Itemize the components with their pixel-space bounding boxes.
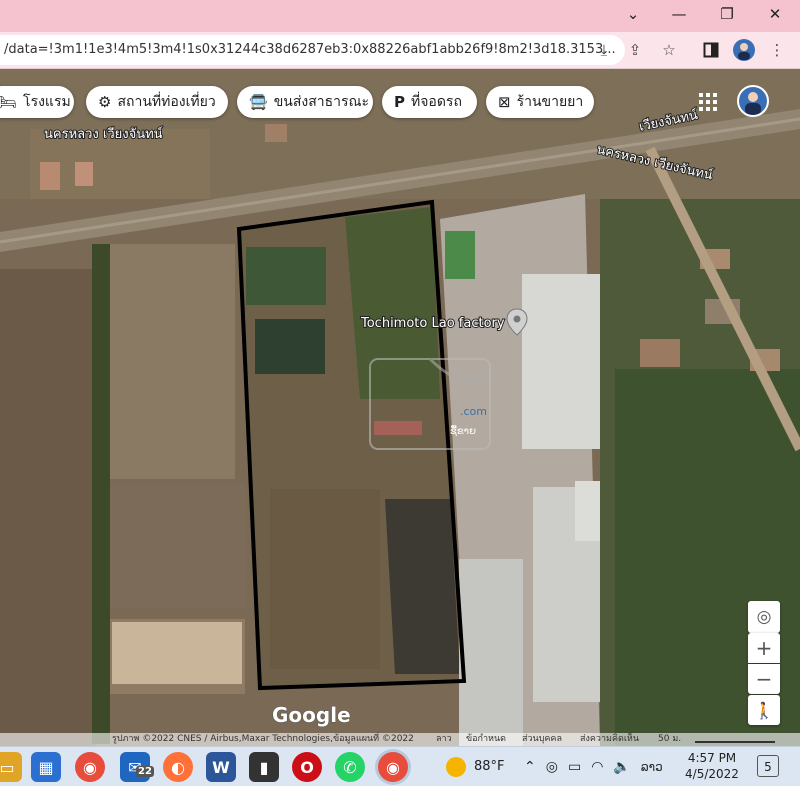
satellite-imagery[interactable]: .com ຊື້ຂາຍ นครหลวง เวียงจันทน์ เวียงจัน… bbox=[0, 69, 800, 746]
chip-attractions[interactable]: ⚙ สถานที่ท่องเที่ยว bbox=[86, 86, 228, 118]
file-explorer-icon[interactable]: ▭ bbox=[0, 752, 22, 782]
chip-transit[interactable]: 🚍 ขนส่งสาธารณะ bbox=[237, 86, 373, 118]
side-panel-icon[interactable] bbox=[697, 35, 725, 65]
chip-label: ขนส่งสาธารณะ bbox=[273, 94, 370, 110]
attraction-icon: ⚙ bbox=[98, 93, 112, 111]
google-logo: Google bbox=[272, 703, 351, 727]
profile-avatar[interactable] bbox=[730, 35, 758, 65]
chip-label: สถานที่ท่องเที่ยว bbox=[117, 94, 216, 110]
zoom-in-icon: + bbox=[755, 636, 773, 660]
whatsapp-icon[interactable]: ✆ bbox=[335, 752, 365, 782]
footer-link-terms[interactable]: ข้อกำหนด bbox=[466, 733, 506, 746]
mail-badge: 22 bbox=[136, 766, 154, 777]
city-label-left: นครหลวง เวียงจันทน์ bbox=[44, 126, 163, 142]
chip-label: ร้านขายยา bbox=[516, 94, 584, 110]
browser-toolbar: /data=!3m1!1e3!4m5!3m4!1s0x31244c38d6287… bbox=[0, 32, 800, 69]
firefox-icon[interactable]: ◐ bbox=[163, 752, 193, 782]
side-panel-glyph bbox=[703, 42, 719, 58]
clock[interactable]: 4:57 PM 4/5/2022 bbox=[682, 750, 742, 782]
chevron-up-icon[interactable]: ⌃ bbox=[524, 759, 536, 775]
map-scale-bar bbox=[695, 741, 775, 743]
chip-pharmacy[interactable]: ⊠ ร้านขายยา bbox=[486, 86, 594, 118]
star-icon[interactable]: ☆ bbox=[655, 35, 683, 65]
language-indicator[interactable]: ລາວ bbox=[641, 760, 663, 774]
map-scale-label: 50 ม. bbox=[658, 734, 682, 744]
google-apps-icon[interactable] bbox=[696, 90, 720, 114]
clock-time: 4:57 PM bbox=[687, 751, 737, 765]
weather-temp: 88°F bbox=[474, 759, 505, 774]
share-icon[interactable]: ⇪ bbox=[621, 35, 649, 65]
weather-widget[interactable]: 88°F bbox=[446, 747, 505, 786]
menu-icon[interactable]: ⋮ bbox=[763, 35, 791, 65]
address-bar[interactable]: /data=!3m1!1e3!4m5!3m4!1s0x31244c38d6287… bbox=[0, 35, 625, 65]
pegman-icon: 🚶 bbox=[754, 700, 774, 720]
account-avatar[interactable] bbox=[737, 85, 769, 117]
opera-icon[interactable]: O bbox=[292, 752, 322, 782]
tray-icons[interactable]: ⌃ ◎ ▭ ◠ 🔈 ລາວ bbox=[524, 747, 663, 786]
attribution-text: รูปภาพ ©2022 CNES / Airbus,Maxar Technol… bbox=[112, 734, 414, 744]
map-view[interactable]: .com ຊື້ຂາຍ นครหลวง เวียงจันทน์ เวียงจัน… bbox=[0, 69, 800, 746]
zoom-in-button[interactable]: + bbox=[748, 633, 780, 663]
window-title-bar: ⌄ — ❐ ✕ bbox=[0, 0, 800, 32]
word-icon[interactable]: W bbox=[206, 752, 236, 782]
footer-link-privacy[interactable]: ส่วนบุคคล bbox=[522, 733, 562, 746]
footer-link-country[interactable]: ลาว bbox=[436, 733, 452, 746]
place-label[interactable]: Tochimoto Lao factory bbox=[359, 315, 506, 332]
zoom-out-icon: − bbox=[755, 667, 773, 691]
map-attribution-bar: รูปภาพ ©2022 CNES / Airbus,Maxar Technol… bbox=[0, 733, 800, 746]
my-location-icon: ◎ bbox=[756, 607, 772, 627]
chrome-icon[interactable]: ◉ bbox=[75, 752, 105, 782]
chip-label: โรงแรม bbox=[23, 94, 71, 110]
chip-parking[interactable]: P ที่จอดรถ bbox=[382, 86, 477, 118]
apps-grid-glyph bbox=[699, 93, 717, 111]
wifi-icon[interactable]: ◠ bbox=[591, 759, 603, 775]
chip-label: ที่จอดรถ bbox=[411, 94, 462, 110]
watermark-brand: ຊື້ຂາຍ bbox=[450, 424, 476, 437]
chip-hotels[interactable]: 🛏 โรงแรม bbox=[0, 86, 74, 118]
account-avatar-glyph bbox=[745, 92, 761, 115]
microsoft-store-icon[interactable]: ▦ bbox=[31, 752, 61, 782]
battery-icon[interactable]: ▭ bbox=[568, 759, 581, 775]
zoom-out-button[interactable]: − bbox=[748, 664, 780, 694]
avatar-glyph bbox=[733, 39, 755, 61]
hotel-icon: 🛏 bbox=[0, 93, 18, 111]
windows-taskbar: ▭ ▦ ◉ ✉ 22 ◐ W ▮ O ✆ ◉ 88°F ⌃ ◎ ▭ ◠ 🔈 ລາ… bbox=[0, 746, 800, 786]
clock-date: 4/5/2022 bbox=[685, 767, 739, 781]
pharmacy-icon: ⊠ bbox=[498, 93, 511, 111]
watermark-site: .com bbox=[460, 405, 487, 418]
pegman-button[interactable]: 🚶 bbox=[748, 695, 780, 725]
close-button[interactable]: ✕ bbox=[752, 0, 798, 28]
meet-now-icon[interactable]: ◎ bbox=[546, 759, 558, 775]
footer-link-feedback[interactable]: ส่งความคิดเห็น bbox=[580, 733, 639, 746]
sun-icon bbox=[446, 756, 466, 777]
maximize-button[interactable]: ❐ bbox=[704, 0, 750, 28]
notification-center-icon[interactable]: 5 bbox=[757, 755, 779, 777]
chevron-down-icon[interactable]: ⌄ bbox=[610, 0, 656, 28]
volume-muted-icon[interactable]: 🔈 bbox=[613, 759, 630, 775]
mail-icon[interactable]: ✉ 22 bbox=[120, 752, 154, 782]
transit-icon: 🚍 bbox=[249, 93, 268, 111]
my-location-button[interactable]: ◎ bbox=[748, 601, 780, 633]
url-text: /data=!3m1!1e3!4m5!3m4!1s0x31244c38d6287… bbox=[4, 42, 616, 57]
chrome-active-icon[interactable]: ◉ bbox=[378, 752, 408, 782]
parking-icon: P bbox=[394, 93, 405, 111]
download-icon[interactable]: ⤓ bbox=[590, 35, 618, 65]
traffic-app-icon[interactable]: ▮ bbox=[249, 752, 279, 782]
minimize-button[interactable]: — bbox=[656, 0, 702, 28]
